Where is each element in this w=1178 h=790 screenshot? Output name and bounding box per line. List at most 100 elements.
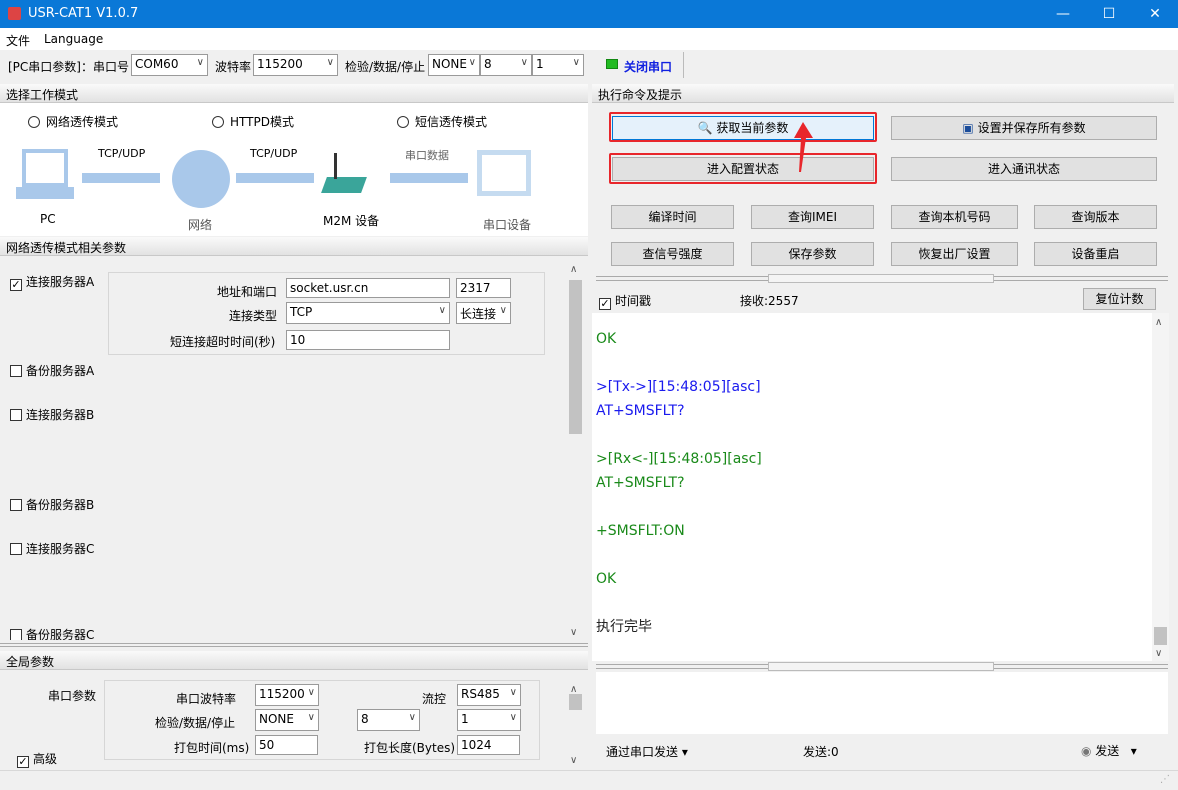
- log-line: >[Tx->][15:48:05][asc]: [596, 379, 761, 395]
- baud-label: 波特率: [215, 60, 252, 74]
- log-line: +SMSFLT:ON: [596, 523, 685, 539]
- pc-icon: [22, 149, 68, 187]
- radio-net-mode[interactable]: 网络透传模式: [28, 113, 118, 130]
- cmd-button-version[interactable]: 查询版本: [1034, 205, 1157, 229]
- pack-time-input[interactable]: 50: [255, 735, 318, 755]
- backup-b-checkbox[interactable]: 备份服务器B: [10, 496, 94, 513]
- mode-header: 选择工作模式: [0, 84, 588, 103]
- cmd-button-phone[interactable]: 查询本机号码: [891, 205, 1018, 229]
- divider: [683, 52, 684, 78]
- send-button[interactable]: ◉ 发送 ▾: [1081, 742, 1137, 759]
- cmd-button-reboot[interactable]: 设备重启: [1034, 242, 1157, 266]
- link2-label: TCP/UDP: [250, 147, 298, 160]
- server-b-checkbox[interactable]: 连接服务器B: [10, 406, 94, 423]
- send-input[interactable]: [596, 672, 1168, 734]
- cmd-button-signal[interactable]: 查信号强度: [611, 242, 734, 266]
- log-line: AT+SMSFLT?: [596, 475, 685, 491]
- commands-header: 执行命令及提示: [592, 84, 1174, 103]
- highlight-box: [609, 112, 877, 142]
- type-select[interactable]: TCP ∨: [286, 302, 450, 324]
- resize-grip-icon[interactable]: ⋰: [1160, 774, 1170, 785]
- serial-params-label: 串口参数: [48, 689, 97, 703]
- flow-select[interactable]: RS485 ∨: [457, 684, 521, 706]
- cmd-button-imei[interactable]: 查询IMEI: [751, 205, 874, 229]
- splitter[interactable]: [596, 274, 1168, 283]
- menu-file[interactable]: 文件: [6, 32, 30, 49]
- conn-mode-select[interactable]: 长连接 ∨: [456, 302, 511, 324]
- net-params-scrollbar[interactable]: ∧ ∨: [567, 262, 584, 640]
- close-button[interactable]: ✕: [1132, 0, 1178, 28]
- pack-len-input[interactable]: 1024: [457, 735, 520, 755]
- pack-time-label: 打包时间(ms): [174, 741, 250, 755]
- save-icon: ▣: [962, 121, 978, 135]
- app-icon: [8, 7, 21, 20]
- stopbits-select[interactable]: 1 ∨: [532, 54, 584, 76]
- log-scrollbar[interactable]: ∧ ∨: [1152, 313, 1169, 661]
- advanced-checkbox[interactable]: ✓ 高级: [17, 750, 57, 768]
- addr-label: 地址和端口: [217, 285, 278, 299]
- log-line: OK: [596, 331, 617, 347]
- close-port-button[interactable]: 关闭串口: [624, 58, 672, 75]
- mode-panel: 网络透传模式 HTTPD模式 短信透传模式 PC TCP/UDP 网络 TCP/…: [0, 103, 588, 236]
- arrow-icon: [390, 173, 468, 183]
- parity-select[interactable]: NONE ∨: [428, 54, 480, 76]
- antenna-icon: [334, 153, 337, 179]
- global-stopbits-select[interactable]: 1 ∨: [457, 709, 521, 731]
- global-scrollbar[interactable]: ∧ ∨: [567, 682, 584, 768]
- send-via-dropdown[interactable]: 通过串口发送 ▾: [606, 743, 688, 760]
- server-a-checkbox[interactable]: ✓ 连接服务器A: [10, 273, 94, 291]
- enter-comm-button[interactable]: 进入通讯状态: [891, 157, 1157, 181]
- status-bar: [0, 770, 1178, 771]
- pack-len-label: 打包长度(Bytes): [364, 741, 456, 755]
- pc-label: PC: [40, 212, 56, 226]
- save-all-button[interactable]: ▣ 设置并保存所有参数: [891, 116, 1157, 140]
- timeout-input[interactable]: 10: [286, 330, 450, 350]
- backup-a-checkbox[interactable]: 备份服务器A: [10, 362, 94, 379]
- port-input[interactable]: 2317: [456, 278, 511, 298]
- global-parity-label: 检验/数据/停止: [155, 716, 236, 730]
- window-title: USR-CAT1 V1.0.7: [28, 6, 139, 21]
- type-label: 连接类型: [229, 309, 278, 323]
- log-area[interactable]: OK >[Tx->][15:48:05][asc] AT+SMSFLT? >[Rx<-…: [592, 313, 1152, 661]
- m2m-label: M2M 设备: [323, 214, 380, 228]
- log-line: OK: [596, 571, 617, 587]
- maximize-button[interactable]: ☐: [1086, 0, 1132, 28]
- link1-label: TCP/UDP: [98, 147, 146, 160]
- databits-select[interactable]: 8 ∨: [480, 54, 532, 76]
- splitter[interactable]: [596, 662, 1168, 671]
- pc-keyboard-icon: [16, 187, 74, 199]
- arrow-icon: [236, 173, 314, 183]
- menu-language[interactable]: Language: [44, 32, 103, 46]
- net-label: 网络: [188, 218, 213, 232]
- cmd-button-save[interactable]: 保存参数: [751, 242, 874, 266]
- radio-sms-mode[interactable]: 短信透传模式: [397, 113, 487, 130]
- addr-input[interactable]: socket.usr.cn: [286, 278, 450, 298]
- global-header: 全局参数: [0, 651, 588, 670]
- global-parity-select[interactable]: NONE ∨: [255, 709, 319, 731]
- timeout-label: 短连接超时时间(秒): [170, 335, 276, 349]
- radio-httpd-mode[interactable]: HTTPD模式: [212, 113, 294, 130]
- pc-port-label: [PC串口参数]：串口号: [8, 60, 129, 74]
- flow-label: 流控: [422, 692, 447, 706]
- timestamp-checkbox[interactable]: ✓ 时间戳: [599, 292, 651, 310]
- baud-select[interactable]: 115200 ∨: [253, 54, 338, 76]
- splitter[interactable]: [0, 643, 588, 647]
- recv-count: 接收:2557: [740, 294, 799, 308]
- backup-c-checkbox[interactable]: 备份服务器C: [10, 626, 94, 640]
- cmd-button-factory[interactable]: 恢复出厂设置: [891, 242, 1018, 266]
- port-select[interactable]: COM60 ∨: [131, 54, 208, 76]
- net-params-header: 网络透传模式相关参数: [0, 237, 588, 256]
- global-databits-select[interactable]: 8 ∨: [357, 709, 420, 731]
- cmd-button-compile-time[interactable]: 编译时间: [611, 205, 734, 229]
- log-line: >[Rx<-][15:48:05][asc]: [596, 451, 762, 467]
- minimize-button[interactable]: —: [1040, 0, 1086, 28]
- log-line: AT+SMSFLT?: [596, 403, 685, 419]
- global-baud-label: 串口波特率: [176, 692, 237, 706]
- global-baud-select[interactable]: 115200 ∨: [255, 684, 319, 706]
- reset-count-button[interactable]: 复位计数: [1083, 288, 1156, 310]
- server-c-checkbox[interactable]: 连接服务器C: [10, 540, 94, 557]
